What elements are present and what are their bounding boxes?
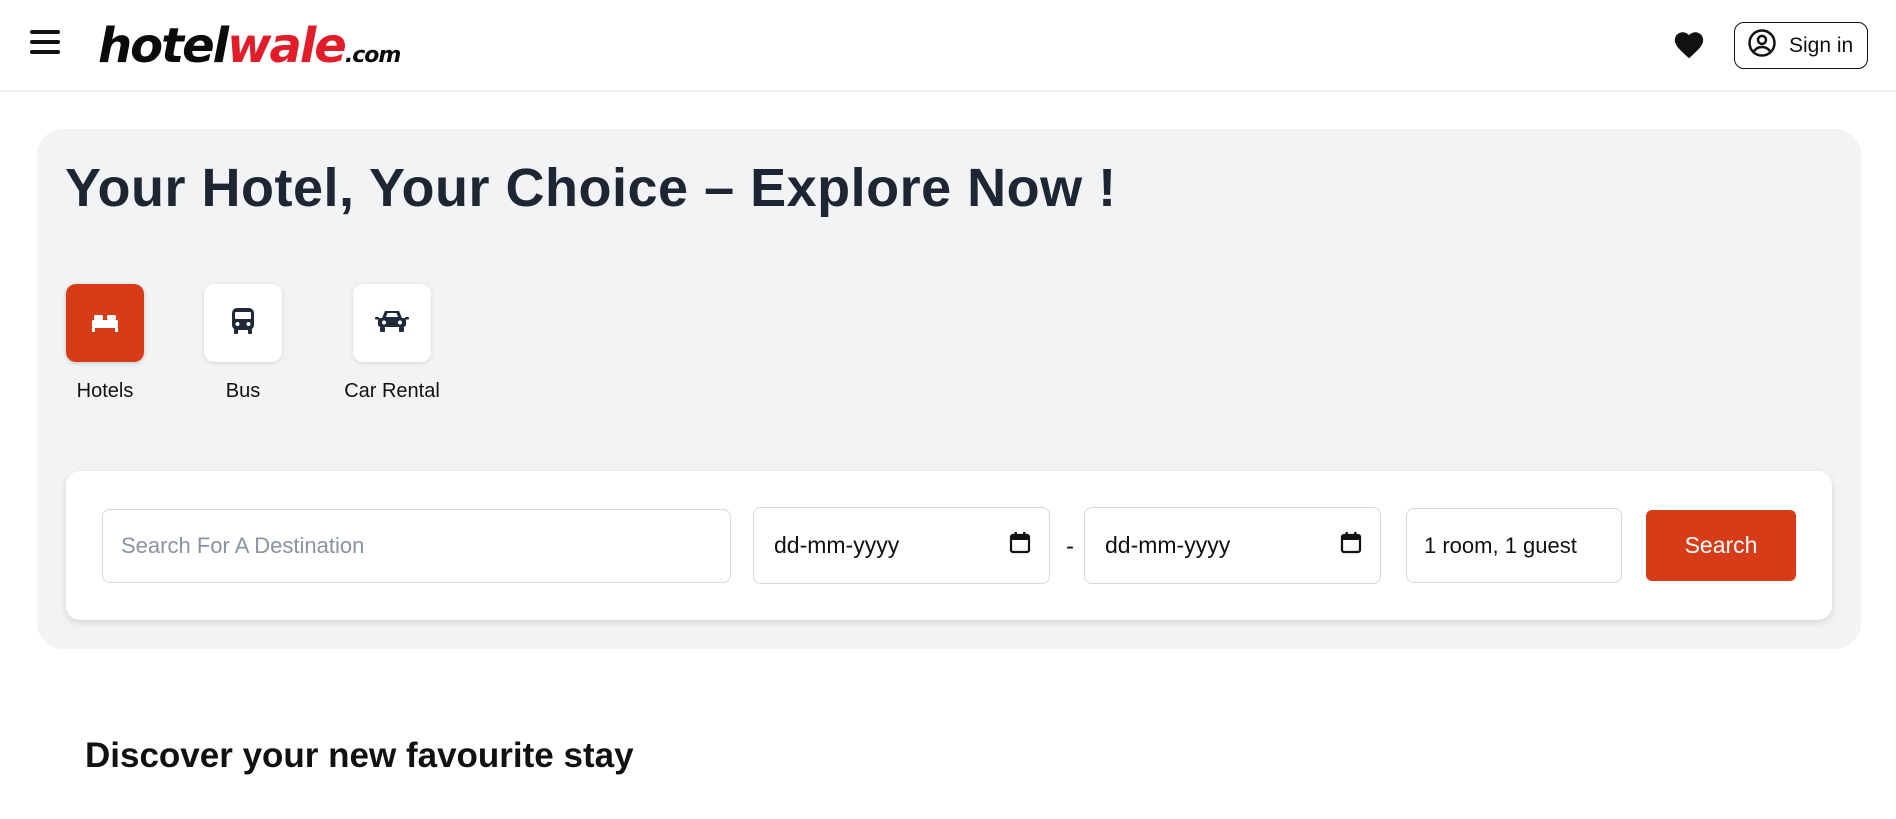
calendar-icon[interactable]: [1009, 531, 1031, 560]
hero-search-panel: Your Hotel, Your Choice – Explore Now ! …: [37, 129, 1861, 649]
category-hotels-tile[interactable]: [66, 284, 144, 362]
category-car-rental-label: Car Rental: [344, 380, 440, 402]
category-car-rental-tile[interactable]: [353, 284, 431, 362]
logo-text-wale: wale: [227, 18, 347, 74]
bed-icon: [90, 309, 120, 338]
sign-in-label: Sign in: [1789, 33, 1854, 57]
calendar-icon[interactable]: [1340, 531, 1362, 560]
site-logo[interactable]: hotelwale.com: [98, 18, 401, 74]
bus-icon: [230, 307, 256, 340]
search-form: dd-mm-yyyy - dd-mm-yyyy 1 room, 1 guest …: [66, 471, 1832, 620]
hamburger-menu-icon[interactable]: [30, 30, 64, 60]
discover-section-title: Discover your new favourite stay: [85, 736, 634, 775]
rooms-guests-selector[interactable]: 1 room, 1 guest: [1406, 508, 1622, 583]
destination-search-input[interactable]: [102, 509, 731, 583]
category-hotels[interactable]: Hotels: [66, 284, 144, 403]
user-circle-icon: [1747, 28, 1777, 63]
checkin-date-field[interactable]: dd-mm-yyyy: [753, 507, 1050, 584]
category-bus-label: Bus: [225, 380, 261, 402]
category-bus[interactable]: Bus: [203, 284, 283, 403]
date-separator: -: [1066, 533, 1074, 560]
heart-icon[interactable]: [1672, 28, 1706, 62]
category-bus-tile[interactable]: [204, 284, 282, 362]
car-icon: [375, 308, 409, 339]
checkin-date-value: dd-mm-yyyy: [774, 532, 900, 558]
sign-in-button[interactable]: Sign in: [1734, 22, 1868, 69]
category-car-rental[interactable]: Car Rental: [342, 284, 442, 403]
logo-text-hotel: hotel: [98, 18, 229, 74]
logo-text-domain: .com: [344, 43, 401, 68]
category-hotels-label: Hotels: [76, 380, 134, 402]
checkout-date-field[interactable]: dd-mm-yyyy: [1084, 507, 1381, 584]
checkout-date-value: dd-mm-yyyy: [1105, 532, 1231, 558]
hero-title: Your Hotel, Your Choice – Explore Now !: [65, 158, 1117, 218]
top-header: hotelwale.com Sign in: [0, 0, 1896, 92]
search-button[interactable]: Search: [1646, 510, 1796, 581]
